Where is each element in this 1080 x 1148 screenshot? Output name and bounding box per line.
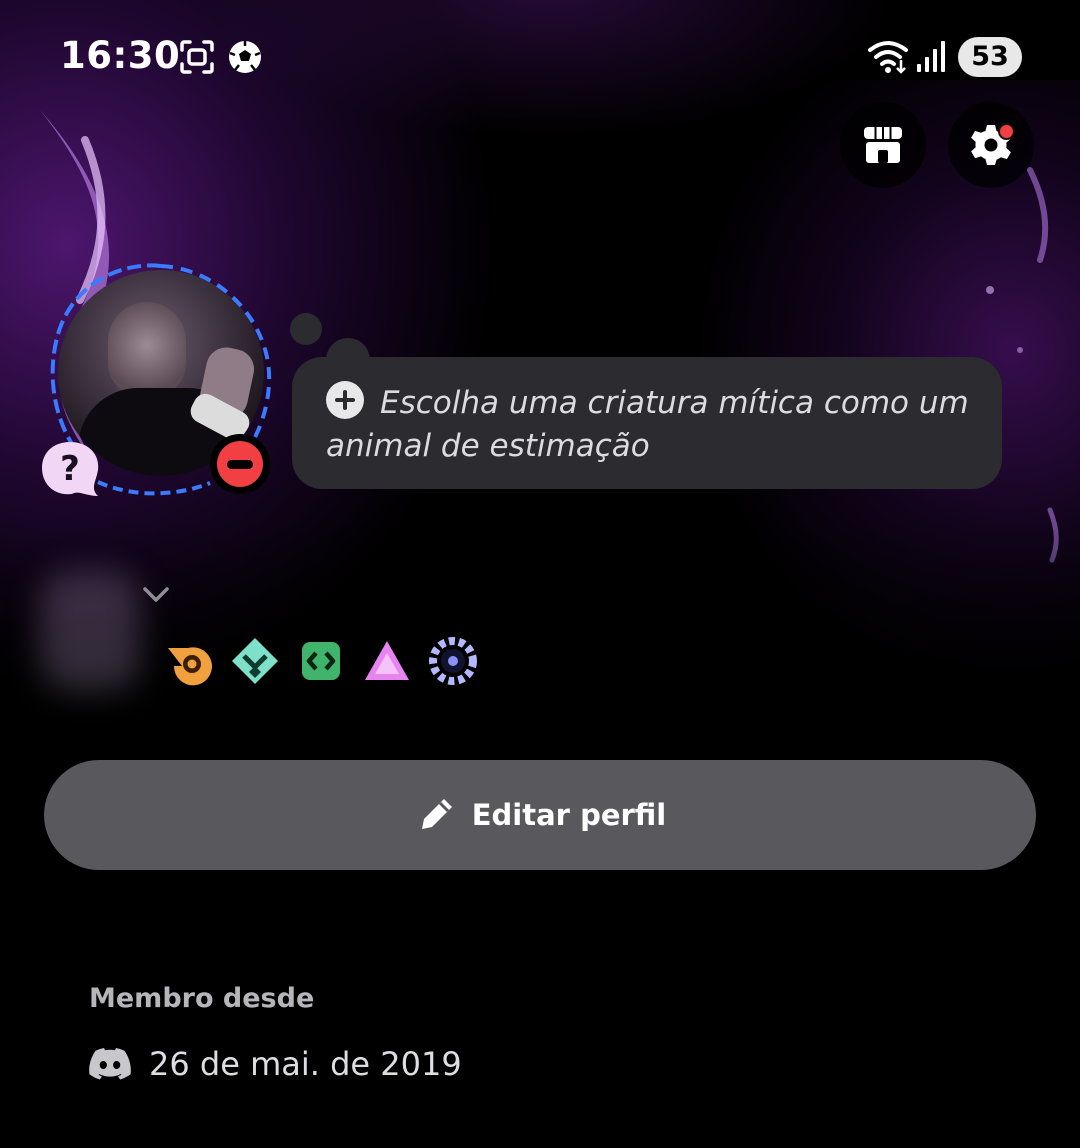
early-supporter-icon[interactable] [230,636,280,686]
avatar-group[interactable]: ? [38,258,274,498]
soccer-ball-icon [226,38,264,80]
quest-badge-icon[interactable] [428,636,478,686]
edit-profile-label: Editar perfil [471,798,667,832]
discord-logo-icon [89,1048,131,1080]
member-since-date: 26 de mai. de 2019 [149,1045,462,1083]
signal-icon [916,38,946,78]
svg-text:?: ? [60,449,80,489]
nitro-icon[interactable] [362,636,412,686]
battery-level: 53 [958,37,1022,77]
member-since-row: 26 de mai. de 2019 [89,1043,462,1085]
chevron-down-icon[interactable] [140,582,172,610]
add-status-icon [326,381,364,419]
profile-badges [164,636,494,686]
edit-profile-button[interactable]: Editar perfil [44,760,1036,870]
mystery-decoration-icon[interactable]: ? [38,438,102,498]
settings-button[interactable] [948,102,1034,188]
status-bar: 16:30 53 [0,30,1080,86]
shop-icon [863,127,903,163]
custom-status-bubble[interactable]: Escolha uma criatura mítica como um anim… [292,357,1002,489]
shop-button[interactable] [840,102,926,188]
hypesquad-bravery-icon[interactable] [164,636,214,686]
active-developer-icon[interactable] [296,636,346,686]
dnd-status-indicator [210,434,270,494]
pencil-icon [421,799,452,829]
settings-notification-dot [998,123,1015,140]
wifi-icon [866,38,910,78]
profile-screen: 16:30 53 ? Escolha uma criatura mítica c… [0,0,1080,1148]
member-since-title: Membro desde [89,983,315,1014]
status-time: 16:30 [60,34,181,77]
custom-status-prompt: Escolha uma criatura mítica como um anim… [326,385,969,464]
bubble-tail-small [290,313,322,345]
display-name-blurred [40,570,140,690]
screen-record-icon [178,38,216,80]
